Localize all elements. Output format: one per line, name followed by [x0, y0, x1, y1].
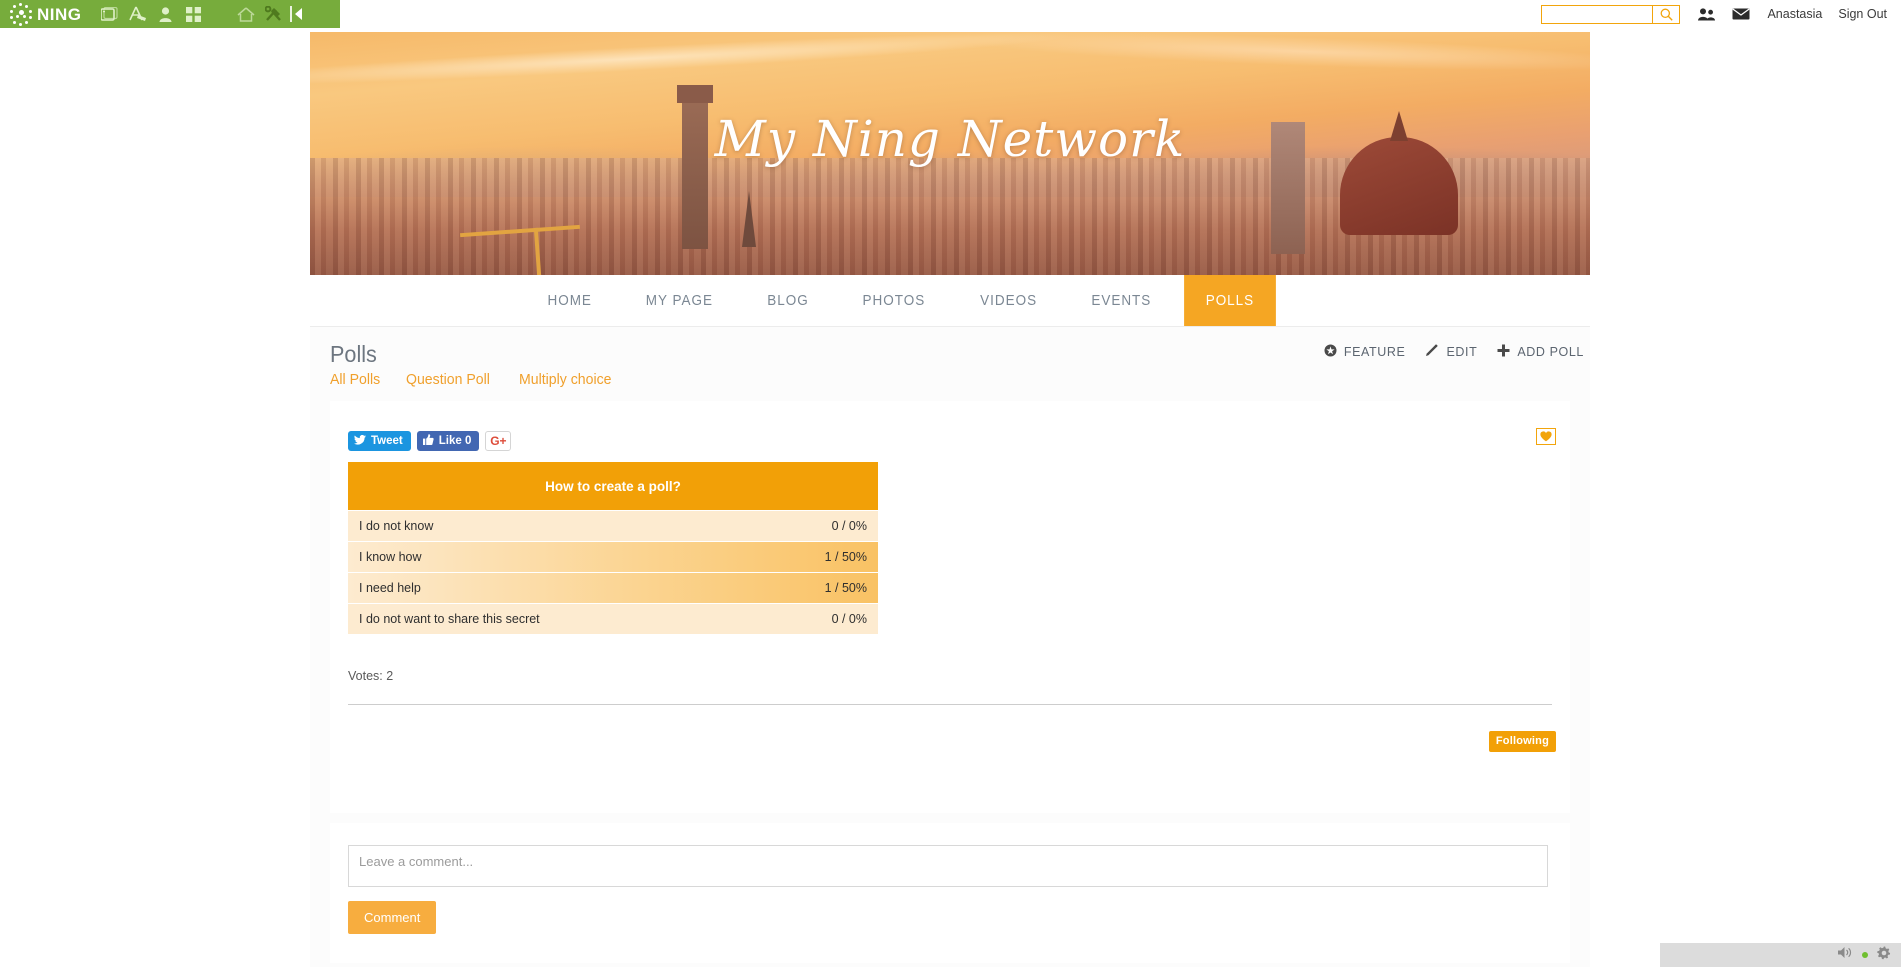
windows-icon[interactable] [96, 0, 124, 28]
poll-option-value: 0 / 0% [831, 612, 867, 626]
feature-label: FEATURE [1343, 344, 1406, 359]
nav-item-polls[interactable]: POLLS [1183, 275, 1276, 326]
nav-item-home[interactable]: HOME [526, 275, 614, 326]
filter-all-polls[interactable]: All Polls [330, 371, 380, 388]
nav-item-photos[interactable]: PHOTOS [841, 275, 947, 326]
grid-icon[interactable] [180, 0, 208, 28]
poll-option-row[interactable]: I know how 1 / 50% [348, 542, 878, 572]
filter-multiply-choice[interactable]: Multiply choice [519, 371, 611, 388]
poll-option-label: I do not know [359, 519, 434, 533]
poll-panel: Tweet Like 0 G+ How to create a poll? I … [330, 401, 1570, 723]
tweet-button[interactable]: Tweet [348, 431, 411, 451]
feature-star-icon [1324, 344, 1337, 360]
facebook-like-button[interactable]: Like 0 [416, 431, 480, 451]
tweet-label: Tweet [371, 435, 403, 447]
ning-logo-dots-icon [10, 3, 32, 26]
gear-icon[interactable] [1877, 945, 1891, 965]
google-plus-label: G+ [490, 434, 507, 448]
poll-option-row[interactable]: I do not know 0 / 0% [348, 511, 878, 541]
ning-admin-bar: NING Anastasia Sign Out [0, 0, 1901, 28]
person-icon[interactable] [152, 0, 180, 28]
search-button[interactable] [1652, 5, 1680, 23]
poll-votes-count: Votes: 2 [348, 669, 394, 683]
people-icon[interactable] [1698, 7, 1716, 21]
poll-option-row[interactable]: I need help 1 / 50% [348, 573, 878, 603]
content-area: Polls FEATURE EDIT ADD POLL All Polls Qu… [310, 327, 1590, 967]
construction-crane-shape [460, 224, 580, 238]
poll-divider [348, 704, 1552, 705]
search-icon [1660, 8, 1673, 21]
ning-admin-bar-green-section: NING [0, 0, 340, 28]
poll-option-row[interactable]: I do not want to share this secret 0 / 0… [348, 604, 878, 634]
poll-option-value: 1 / 50% [824, 581, 867, 595]
nav-item-videos[interactable]: VIDEOS [958, 275, 1058, 326]
green-dot-icon [1862, 952, 1868, 958]
search-input[interactable] [1542, 5, 1653, 23]
comment-block: Comment [330, 823, 1570, 963]
like-label: Like 0 [438, 435, 472, 447]
edit-button[interactable]: EDIT [1425, 343, 1477, 360]
comment-submit-button[interactable]: Comment [348, 901, 437, 934]
tools-icon[interactable] [260, 0, 288, 28]
page-actions: FEATURE EDIT ADD POLL [1324, 343, 1584, 360]
page-title: Polls [330, 341, 377, 367]
poll-option-value: 1 / 50% [824, 550, 867, 564]
facebook-thumb-icon [422, 434, 434, 448]
main-navigation: HOME MY PAGE BLOG PHOTOS VIDEOS EVENTS P… [310, 275, 1590, 327]
follow-area: Following [330, 723, 1570, 813]
edit-label: EDIT [1446, 344, 1478, 359]
pencil-icon [1425, 343, 1439, 360]
google-plus-button[interactable]: G+ [485, 431, 512, 451]
add-poll-button[interactable]: ADD POLL [1497, 344, 1584, 360]
sign-out-link[interactable]: Sign Out [1838, 7, 1887, 21]
home-icon[interactable] [232, 0, 260, 28]
following-button[interactable]: Following [1488, 731, 1556, 752]
poll-option-bar [348, 573, 878, 603]
user-name-link[interactable]: Anastasia [1767, 7, 1822, 21]
ning-logo[interactable]: NING [10, 3, 82, 26]
twitter-bird-icon [354, 434, 366, 448]
admin-bar-right-section: Anastasia Sign Out [1541, 0, 1887, 28]
filter-question-poll[interactable]: Question Poll [406, 371, 490, 388]
search-box[interactable] [1541, 4, 1681, 24]
poll-option-label: I need help [359, 581, 421, 595]
poll-option-bar [348, 542, 878, 572]
poll-option-value: 0 / 0% [831, 519, 867, 533]
comment-input[interactable] [348, 845, 1548, 887]
poll-widget: How to create a poll? I do not know 0 / … [348, 462, 878, 634]
collapse-arrow-icon[interactable] [294, 8, 302, 20]
poll-question: How to create a poll? [348, 462, 878, 510]
speaker-icon[interactable] [1838, 946, 1853, 964]
site-banner: My Ning Network [310, 32, 1590, 275]
ning-logo-text: NING [37, 4, 82, 24]
plus-icon [1497, 344, 1510, 360]
envelope-icon[interactable] [1732, 8, 1751, 20]
admin-bar-divider [289, 6, 292, 22]
heart-icon [1540, 431, 1552, 442]
corner-status-widget [1660, 943, 1901, 967]
favorite-button[interactable] [1536, 428, 1556, 445]
feature-button[interactable]: FEATURE [1324, 344, 1406, 360]
banner-cityscape [310, 85, 1590, 275]
social-share-row: Tweet Like 0 G+ [348, 431, 512, 451]
poll-filters: All Polls Question Poll Multiply choice [330, 371, 617, 388]
page-header: Polls FEATURE EDIT ADD POLL All Polls Qu… [310, 327, 1590, 401]
church-spire-shape [742, 191, 756, 248]
add-poll-label: ADD POLL [1517, 344, 1584, 359]
nav-item-events[interactable]: EVENTS [1070, 275, 1173, 326]
nav-item-my-page[interactable]: MY PAGE [625, 275, 735, 326]
poll-option-label: I know how [359, 550, 422, 564]
design-icon[interactable] [124, 0, 152, 28]
banner-title: My Ning Network [714, 110, 1186, 168]
page-body: My Ning Network HOME MY PAGE BLOG PHOTOS… [0, 28, 1901, 967]
nav-item-blog[interactable]: BLOG [746, 275, 831, 326]
poll-option-label: I do not want to share this secret [359, 612, 540, 626]
